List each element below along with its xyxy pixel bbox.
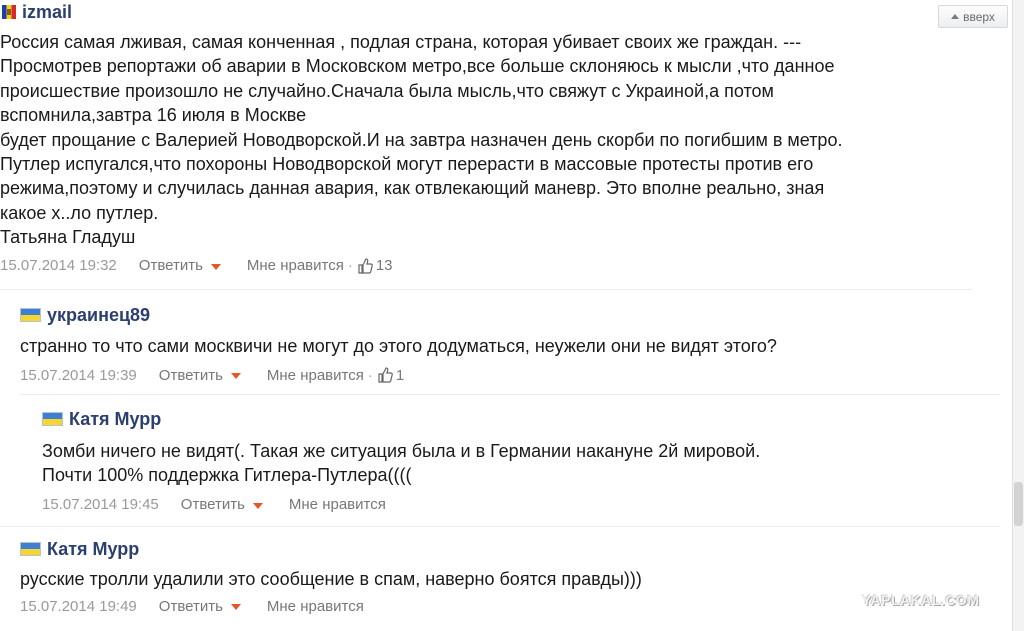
comment-date: 15.07.2014 19:39 (20, 366, 137, 384)
scroll-to-top-button[interactable]: вверх (938, 5, 1008, 28)
separator-dot: · (367, 366, 373, 384)
comment-date: 15.07.2014 19:45 (42, 496, 159, 514)
thumbs-up-icon[interactable] (377, 367, 393, 384)
thumbs-up-icon[interactable] (357, 258, 373, 274)
comment-text: русские тролли удалили это сообщение в с… (20, 569, 642, 589)
divider (0, 526, 1000, 527)
comment-author[interactable]: Катя Мурр (69, 409, 161, 430)
like-button[interactable]: Мне нравится (247, 257, 344, 274)
ukraine-flag-icon (20, 308, 41, 322)
reply-dropdown-icon[interactable] (230, 373, 241, 380)
divider (0, 289, 972, 290)
ukraine-flag-icon (42, 412, 63, 426)
site-watermark: YAPLAKAL.COM (862, 592, 980, 608)
comment-date: 15.07.2014 19:32 (0, 257, 117, 275)
comment-author[interactable]: Катя Мурр (47, 539, 139, 560)
comment: украинец89 странно то что сами москвичи … (20, 303, 1000, 386)
like-count: 1 (395, 366, 405, 384)
comment-author[interactable]: izmail (22, 2, 72, 23)
ukraine-flag-icon (20, 542, 41, 556)
comment: izmail Россия самая лживая, самая кончен… (0, 0, 1000, 277)
reply-button[interactable]: Ответить (181, 496, 245, 513)
like-button[interactable]: Мне нравится (267, 598, 364, 615)
reply-dropdown-icon[interactable] (210, 263, 221, 270)
separator-dot: · (347, 257, 353, 275)
like-button[interactable]: Мне нравится (267, 367, 364, 384)
moldova-flag-icon (2, 5, 16, 19)
comment-text: Зомби ничего не видят(. Такая же ситуаци… (42, 441, 761, 486)
comment-text: Россия самая лживая, самая конченная , п… (0, 32, 843, 248)
scroll-to-top-label: вверх (963, 9, 995, 24)
comment-date: 15.07.2014 19:49 (20, 597, 137, 615)
reply-dropdown-icon[interactable] (252, 502, 263, 509)
arrow-up-icon (951, 14, 960, 19)
scrollbar-thumb[interactable] (1014, 482, 1023, 526)
reply-button[interactable]: Ответить (139, 257, 203, 274)
reply-button[interactable]: Ответить (159, 598, 223, 615)
like-button[interactable]: Мне нравится (289, 496, 386, 513)
comment: Катя Мурр Зомби ничего не видят(. Такая … (42, 407, 1000, 516)
comments-panel: izmail Россия самая лживая, самая кончен… (0, 0, 1012, 631)
comment-author[interactable]: украинец89 (47, 305, 150, 326)
reply-button[interactable]: Ответить (159, 367, 223, 384)
comment: Катя Мурр русские тролли удалили это соо… (20, 537, 1000, 617)
like-count: 13 (375, 257, 393, 275)
reply-dropdown-icon[interactable] (230, 604, 241, 611)
divider (20, 394, 1000, 395)
vertical-scrollbar[interactable] (1012, 0, 1024, 631)
comment-text: странно то что сами москвичи не могут до… (20, 336, 777, 356)
